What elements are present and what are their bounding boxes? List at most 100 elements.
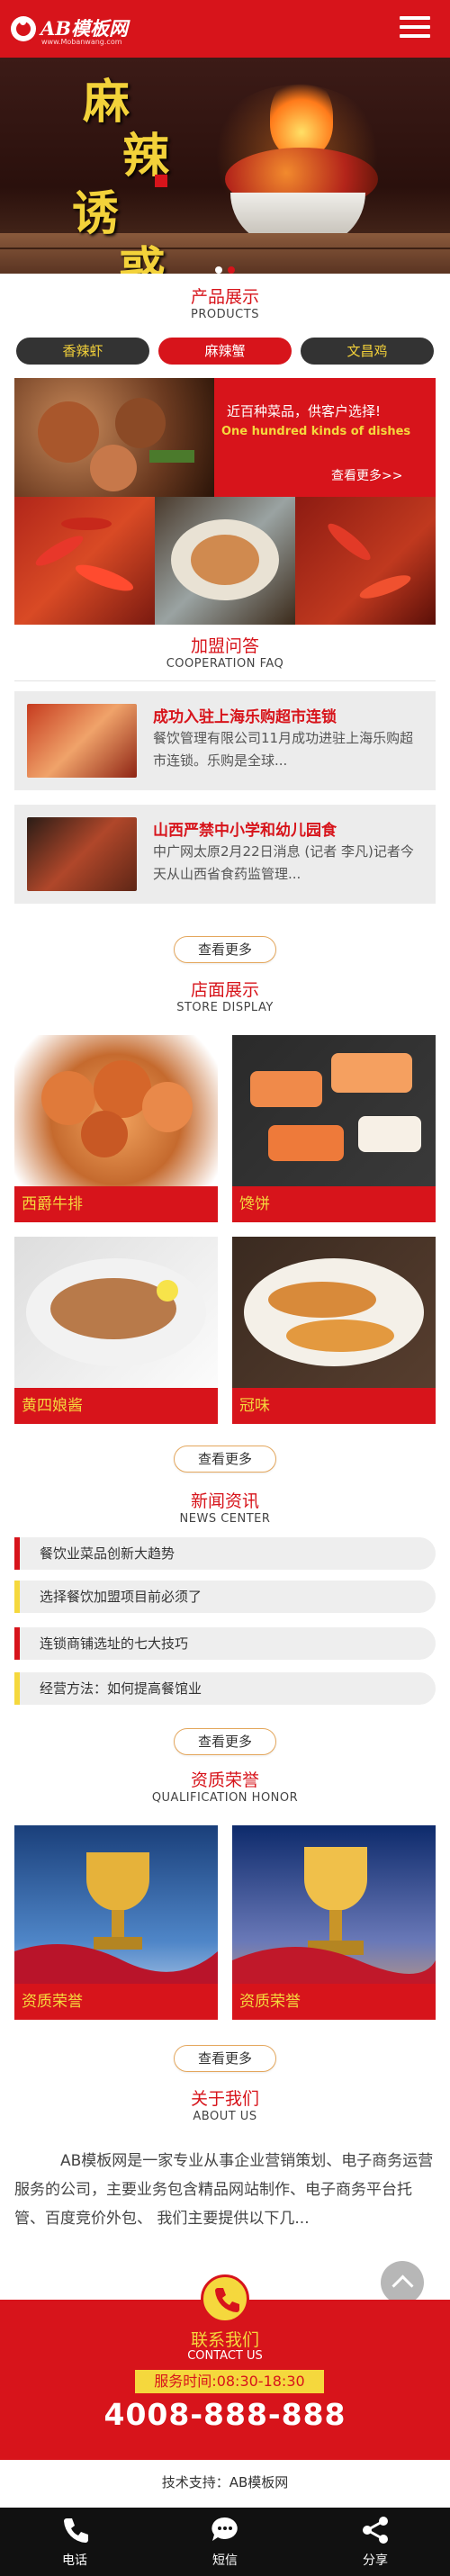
dish-photo-icon [171,519,279,600]
tab-label: 分享 [363,2553,388,2568]
tech-support-text[interactable]: 技术支持：AB模板网 [0,2472,450,2491]
phone-icon [64,2518,88,2543]
section-title-products: 产品展示 PRODUCTS [0,286,450,322]
news-bar [14,1627,20,1660]
section-title-honor: 资质荣誉 QUALIFICATION HONOR [0,1770,450,1806]
product-image[interactable] [155,497,295,625]
faq-title: 成功入驻上海乐购超市连锁 [153,708,337,726]
contact-title-en: CONTACT US [187,2349,263,2363]
logo-subtext: www.Mobanwang.com [41,38,122,46]
store-card-caption: 冠味 [232,1388,436,1424]
section-title-cn: 店面展示 [190,980,259,1000]
tab-label: 电话 [62,2553,87,2568]
category-pill-active[interactable]: 麻辣蟹 [158,338,292,365]
service-hours: 服务时间:08:30-18:30 [135,2370,324,2393]
hotline-number[interactable]: 4008-888-888 [0,2397,450,2432]
top-header: AB模板网 www.Mobanwang.com [0,0,450,58]
flame-graphic [270,76,333,157]
section-title-en: ABOUT US [193,2110,257,2123]
honor-card[interactable]: 资质荣誉 [232,1825,436,2020]
store-card[interactable]: 西爵牛排 [14,1035,218,1222]
hero-banner[interactable]: 麻 辣 诱 惑 [0,58,450,274]
faq-thumbnail [27,817,137,891]
faq-desc: 餐饮管理有限公司11月成功进驻上海乐购超市连锁。乐购是全球... [153,730,414,769]
faq-title: 山西严禁中小学和幼儿园食 [153,822,337,840]
menu-bar-icon [400,25,430,29]
fried-fish-photo-icon [244,1258,424,1366]
contact-section: 联系我们 CONTACT US 服务时间:08:30-18:30 4008-88… [0,2274,450,2460]
news-item[interactable]: 经营方法：如何提高餐馆业 [14,1672,436,1705]
honor-card-caption: 资质荣誉 [14,1984,218,2020]
product-photo-icon [38,398,194,491]
trophy-icon [14,1852,218,1984]
chili-photo-icon [328,523,411,599]
section-title-faq: 加盟问答 COOPERATION FAQ [0,635,450,671]
honor-card[interactable]: 资质荣誉 [14,1825,218,2020]
about-text: AB模板网是一家专业从事企业营销策划、电子商务运营服务的公司，主要业务包含精品网… [14,2152,434,2228]
section-title-cn: 关于我们 [190,2089,259,2109]
logo-text: AB模板网 [40,17,129,40]
product-image[interactable] [14,497,155,625]
section-title-cn: 加盟问答 [190,636,259,656]
category-pill[interactable]: 文昌鸡 [301,338,434,365]
faq-item[interactable]: 山西严禁中小学和幼儿园食 中广网太原2月22日消息 (记者 李凡)记者今天从山西… [14,805,436,904]
bottom-tab-message[interactable]: 短信 [150,2508,300,2576]
share-icon [363,2517,388,2544]
news-bar [14,1672,20,1705]
section-title-store: 店面展示 STORE DISPLAY [0,979,450,1015]
news-item[interactable]: 选择餐饮加盟项目前必须了 [14,1581,436,1613]
news-title: 选择餐饮加盟项目前必须了 [40,1589,202,1605]
banner-char: 麻 [83,75,130,130]
store-card[interactable]: 冠味 [232,1237,436,1424]
store-card-caption: 黄四娘酱 [14,1388,218,1424]
section-title-cn: 资质荣誉 [190,1770,259,1790]
store-card-caption: 西爵牛排 [14,1186,218,1222]
more-button-honor[interactable]: 查看更多 [174,2045,276,2072]
store-card[interactable]: 馋饼 [232,1035,436,1222]
faq-item[interactable]: 成功入驻上海乐购超市连锁 餐饮管理有限公司11月成功进驻上海乐购超市连锁。乐购是… [14,691,436,790]
section-title-en: COOPERATION FAQ [166,657,284,671]
more-button-faq[interactable]: 查看更多 [174,936,276,963]
shrimp-photo-icon [41,1060,193,1157]
more-button-news[interactable]: 查看更多 [174,1728,276,1755]
section-title-cn: 新闻资讯 [190,1491,259,1511]
sushi-photo-icon [250,1053,421,1161]
phone-icon[interactable] [201,2274,249,2323]
news-bar [14,1537,20,1570]
logo-mark-icon [11,16,36,41]
promo-box[interactable]: 近百种菜品，供客户选择! One hundred kinds of dishes… [214,378,436,497]
section-title-about: 关于我们 ABOUT US [0,2088,450,2124]
section-title-cn: 产品展示 [190,287,259,307]
promo-text: 近百种菜品，供客户选择! [227,403,382,419]
banner-char: 诱 [72,186,120,241]
news-item[interactable]: 连锁商铺选址的七大技巧 [14,1627,436,1660]
category-pill[interactable]: 香辣虾 [16,338,149,365]
message-icon [212,2517,238,2541]
menu-bar-icon [400,34,430,38]
product-image[interactable] [295,497,436,625]
section-title-en: QUALIFICATION HONOR [151,1791,299,1805]
carousel-dot[interactable] [215,266,222,274]
store-card[interactable]: 黄四娘酱 [14,1237,218,1424]
more-button-store[interactable]: 查看更多 [174,1446,276,1473]
product-image[interactable] [14,378,214,497]
seal-stamp [155,175,167,187]
faq-thumbnail [27,704,137,778]
promo-more-link[interactable]: 查看更多>> [331,466,402,484]
news-item[interactable]: 餐饮业菜品创新大趋势 [14,1537,436,1570]
menu-button[interactable] [400,16,430,41]
back-to-top-button[interactable] [381,2261,424,2304]
bottom-tab-phone[interactable]: 电话 [0,2508,149,2576]
news-title: 连锁商铺选址的七大技巧 [40,1635,189,1652]
honor-card-caption: 资质荣誉 [232,1984,436,2020]
carousel-dot-active[interactable] [228,266,235,274]
bottom-tab-share[interactable]: 分享 [301,2508,450,2576]
news-bar [14,1581,20,1613]
chili-photo-icon [35,518,134,591]
section-title-en: NEWS CENTER [179,1512,271,1526]
fish-photo-icon [26,1258,206,1366]
section-title-en: PRODUCTS [191,308,259,321]
contact-title: 联系我们 [190,2330,259,2350]
divider [14,680,436,681]
faq-desc: 中广网太原2月22日消息 (记者 李凡)记者今天从山西省食药监管理... [153,843,414,882]
